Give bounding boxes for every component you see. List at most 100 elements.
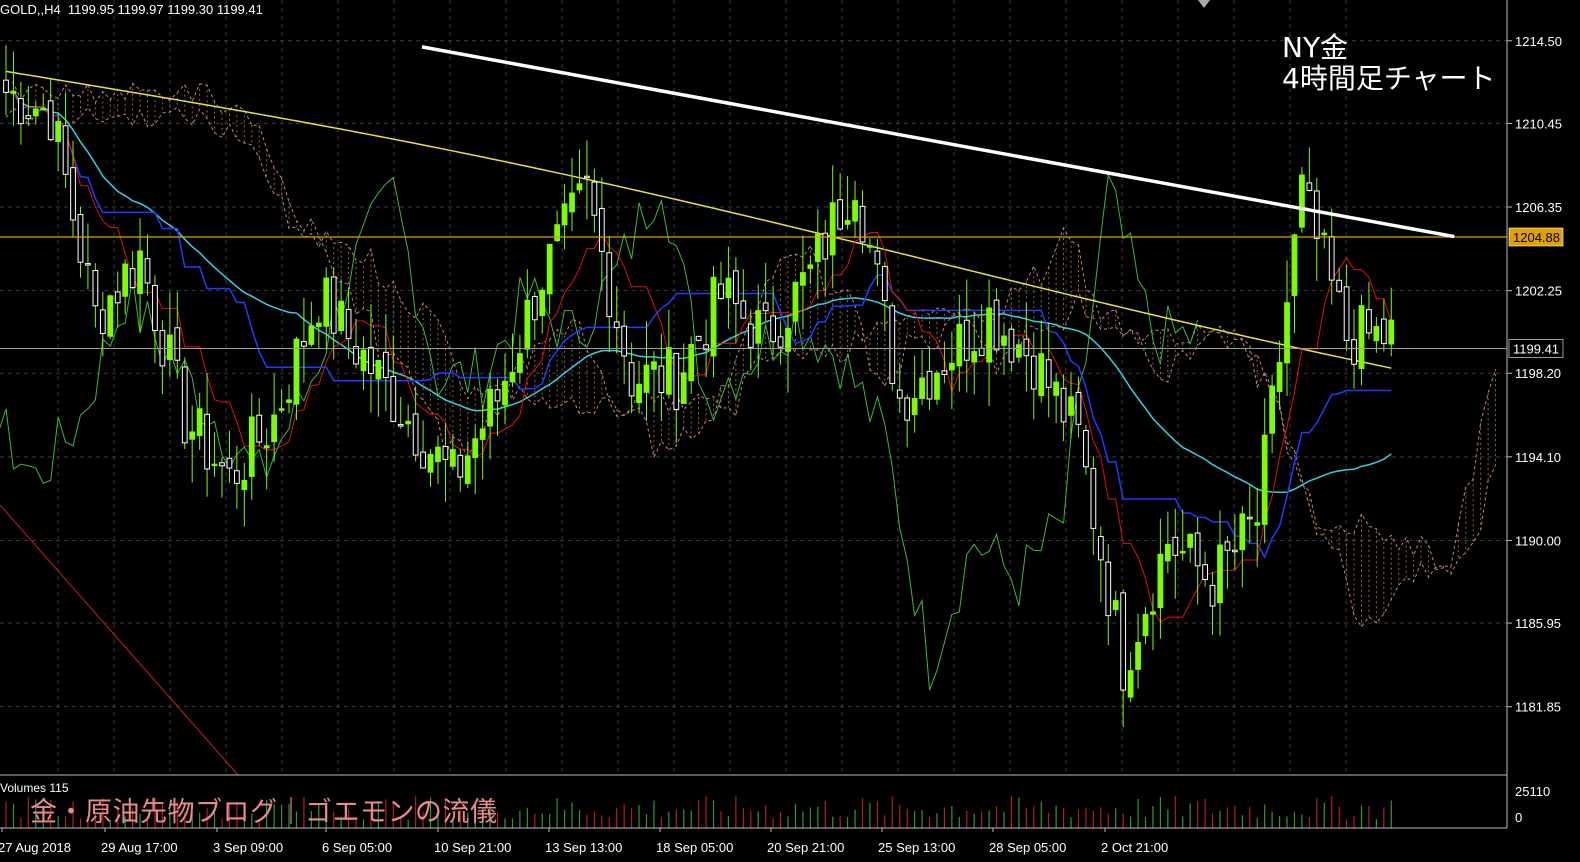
candle-body [665, 347, 672, 395]
candle-body [919, 377, 925, 399]
candle [435, 435, 441, 484]
candle [1016, 338, 1022, 363]
candle [531, 291, 538, 341]
candle-body [829, 202, 836, 256]
candle [710, 265, 717, 378]
candle-body [405, 420, 412, 425]
candle [122, 259, 129, 315]
candle-body [241, 479, 248, 491]
candle-body [1388, 319, 1395, 345]
candle [1045, 323, 1052, 418]
candle [993, 288, 1000, 353]
candle-body [1127, 670, 1134, 698]
time-tick-label: 27 Aug 2018 [0, 840, 71, 855]
candle [1127, 651, 1134, 703]
price-tick-label: 1181.85 [1515, 700, 1561, 715]
price-chart[interactable]: 1214.50 1210.45 1206.35 1202.25 1198.20 1194.… [0, 0, 1580, 862]
candle-body [904, 397, 911, 421]
candle-body [18, 98, 24, 125]
candle [375, 359, 382, 417]
header-symbol: GOLD,,H4 [0, 2, 61, 17]
candle-body [628, 362, 635, 397]
time-tick-label: 28 Sep 05:00 [989, 840, 1066, 855]
candle-body [651, 361, 657, 370]
chikou-span [0, 173, 1199, 691]
candle-body [1291, 234, 1298, 297]
candle [1380, 299, 1387, 352]
candle-body [1008, 328, 1015, 363]
candle-body [412, 413, 419, 456]
price-tick-label: 1185.95 [1515, 616, 1561, 631]
candle-body [673, 352, 680, 410]
candle [1217, 510, 1223, 636]
candle [978, 304, 985, 356]
candle-body [114, 291, 121, 304]
candle-body [382, 351, 389, 379]
candle [382, 314, 389, 412]
price-tick-label: 1194.10 [1515, 450, 1561, 465]
candle-body [1358, 305, 1365, 370]
candle-body [1224, 541, 1231, 551]
candle-body [1135, 642, 1141, 670]
candle [1164, 511, 1171, 574]
candle [755, 284, 762, 378]
candle-body [1164, 543, 1171, 562]
candle [338, 279, 345, 335]
candle [137, 218, 143, 332]
candle [174, 291, 181, 379]
candle [1097, 526, 1104, 603]
candle [867, 238, 873, 253]
candle [1388, 287, 1395, 357]
candle [1254, 487, 1261, 567]
time-tick-label: 29 Aug 17:00 [101, 840, 178, 855]
kijun-sen [5, 91, 1392, 559]
time-tick-label: 3 Sep 09:00 [213, 840, 283, 855]
candle-body [85, 263, 91, 266]
candle-body [874, 250, 881, 265]
candle [233, 445, 240, 509]
candle [1179, 509, 1186, 561]
candle-body [762, 302, 769, 312]
candle-body [1336, 279, 1343, 292]
candle [1060, 374, 1067, 442]
candle-body [278, 408, 285, 411]
candle-body [777, 336, 784, 348]
candle [487, 373, 493, 460]
candle-body [1209, 584, 1216, 607]
time-tick-label: 10 Sep 21:00 [434, 840, 511, 855]
candle-body [1194, 532, 1201, 567]
candle-body [963, 319, 970, 361]
candle-body [166, 334, 173, 361]
candle-body [55, 120, 62, 142]
candle-body [598, 208, 605, 252]
candle-body [718, 283, 724, 300]
chart-annotation: NY金 4時間足チャート [1282, 32, 1496, 94]
candle-body [531, 296, 538, 321]
candle-body [70, 167, 76, 221]
candles [3, 45, 1395, 728]
candle [881, 261, 888, 332]
time-tick-label: 20 Sep 21:00 [767, 840, 844, 855]
candle-body [219, 462, 225, 467]
level-price-label: 1204.88 [1513, 230, 1560, 245]
shift-marker-icon [1198, 0, 1210, 8]
candle [1202, 551, 1208, 587]
candle-body [368, 346, 374, 375]
candle-body [420, 451, 426, 469]
candle [837, 173, 844, 231]
candle-body [196, 408, 203, 437]
candle [286, 384, 292, 414]
candle [92, 263, 99, 328]
candle-body [1179, 550, 1186, 554]
candle [606, 235, 613, 353]
candle [747, 309, 754, 371]
candle-body [375, 359, 382, 380]
candle-body [710, 276, 717, 357]
candle [114, 271, 121, 328]
candle-body [546, 243, 553, 295]
candle [99, 291, 106, 357]
candle-body [509, 371, 516, 383]
candle [219, 456, 225, 498]
candle-body [3, 79, 9, 93]
candle-body [323, 277, 330, 327]
